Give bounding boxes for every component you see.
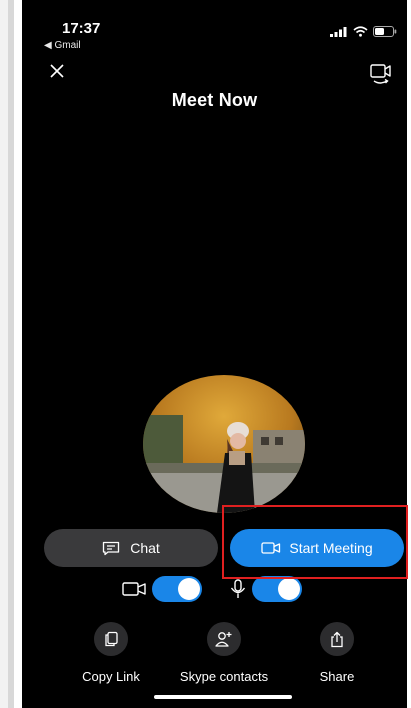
copy-link-action[interactable]: Copy Link — [56, 622, 166, 684]
signal-icon — [330, 26, 347, 37]
video-camera-icon — [261, 542, 281, 554]
switch-camera-icon[interactable] — [369, 62, 393, 86]
skype-contacts-button[interactable] — [207, 622, 241, 656]
microphone-icon — [230, 579, 246, 598]
skype-contacts-label: Skype contacts — [179, 669, 269, 684]
share-action[interactable]: Share — [282, 622, 392, 684]
skype-contacts-action[interactable]: Skype contacts — [169, 622, 279, 684]
avatar — [143, 375, 305, 513]
phone-screen: 17:37 ◀ Gmail Meet Now Chat Start Meetin… — [22, 0, 407, 708]
chat-button[interactable]: Chat — [44, 529, 218, 567]
back-to-app-link[interactable]: ◀ Gmail — [44, 40, 81, 51]
window-edge-shadow — [8, 0, 14, 708]
wifi-icon — [353, 26, 368, 37]
status-time: 17:37 — [62, 20, 101, 37]
chat-button-label: Chat — [130, 540, 160, 556]
battery-icon — [373, 26, 397, 37]
status-icons — [330, 26, 397, 37]
window-edge — [0, 0, 8, 708]
mic-toggle[interactable] — [252, 576, 302, 602]
copy-link-label: Copy Link — [82, 669, 140, 684]
copy-link-button[interactable] — [94, 622, 128, 656]
camera-icon — [122, 582, 146, 596]
start-meeting-label: Start Meeting — [289, 540, 373, 556]
share-button[interactable] — [320, 622, 354, 656]
close-icon[interactable] — [48, 62, 66, 80]
start-meeting-button[interactable]: Start Meeting — [230, 529, 404, 567]
home-indicator[interactable] — [154, 695, 292, 699]
camera-toggle[interactable] — [152, 576, 202, 602]
copy-icon — [105, 631, 118, 647]
share-label: Share — [319, 669, 355, 684]
chat-icon — [103, 541, 120, 555]
camera-toggle-knob — [178, 578, 200, 600]
av-toggles — [122, 576, 302, 602]
mic-toggle-knob — [278, 578, 300, 600]
avatar-photo — [143, 375, 305, 513]
share-icon — [331, 631, 343, 647]
page-title: Meet Now — [171, 90, 258, 110]
add-contact-icon — [215, 632, 232, 647]
